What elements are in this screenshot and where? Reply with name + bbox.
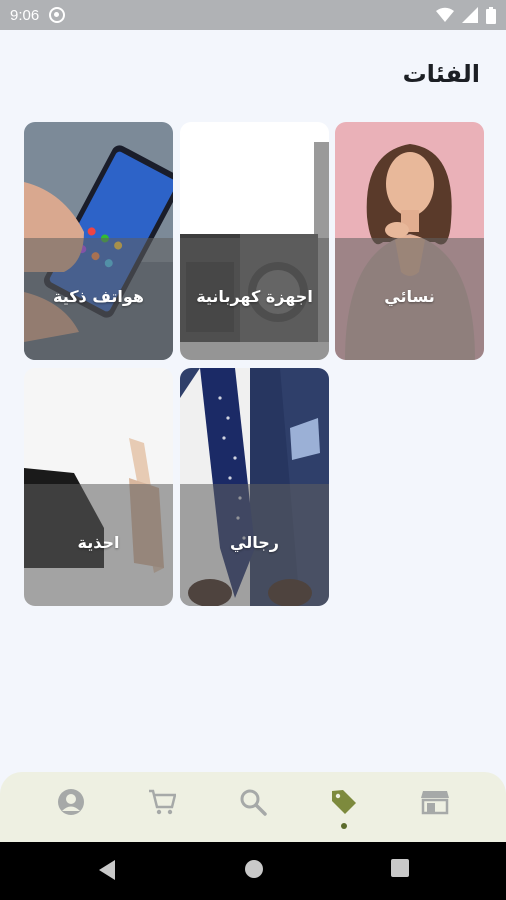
system-nav-bar bbox=[0, 842, 506, 900]
sync-icon bbox=[49, 7, 66, 23]
battery-icon bbox=[486, 6, 496, 24]
category-card-shoes[interactable]: احذية bbox=[24, 368, 173, 606]
back-icon[interactable] bbox=[97, 859, 117, 881]
category-card-electronics[interactable]: اجهزة كهربانية bbox=[180, 122, 329, 360]
status-time: 9:06 bbox=[10, 6, 40, 24]
category-card-smartphones[interactable]: هواتف ذكية bbox=[24, 122, 173, 360]
category-label: احذية bbox=[77, 533, 120, 552]
category-card-men[interactable]: رجالي bbox=[180, 368, 329, 606]
recents-icon[interactable] bbox=[391, 859, 409, 877]
home-icon[interactable] bbox=[244, 859, 264, 879]
page-title: الفئات bbox=[402, 60, 480, 88]
cellular-icon bbox=[462, 7, 478, 23]
category-label: نسائي bbox=[384, 287, 435, 306]
category-label: رجالي bbox=[230, 533, 279, 552]
category-label: هواتف ذكية bbox=[53, 287, 144, 306]
store-icon[interactable] bbox=[415, 782, 455, 822]
search-icon[interactable] bbox=[233, 782, 273, 822]
category-label: اجهزة كهربانية bbox=[196, 287, 313, 306]
profile-icon[interactable] bbox=[51, 782, 91, 822]
signal-icon bbox=[436, 7, 454, 23]
status-bar: 9:06 bbox=[0, 0, 506, 30]
tag-icon[interactable] bbox=[324, 782, 364, 822]
category-card-women[interactable]: نسائي bbox=[335, 122, 484, 360]
cart-icon[interactable] bbox=[142, 782, 182, 822]
bottom-nav bbox=[0, 772, 506, 842]
active-indicator-dot bbox=[341, 823, 347, 829]
